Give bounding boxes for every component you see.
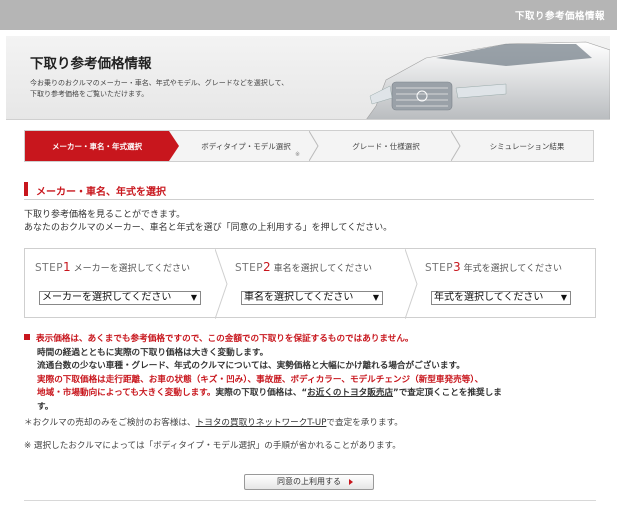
step-2: STEP2 車名を選択してください 車名を選択してください ▼: [229, 249, 405, 319]
page-title: 下取り参考価格情報: [30, 56, 152, 72]
section-header: メーカー・車名、年式を選択: [24, 180, 594, 200]
tab-separator-icon: [309, 131, 319, 161]
step-word: STEP: [425, 262, 454, 274]
tab-bodytype-select: ボディタイプ・モデル選択: [179, 131, 313, 161]
select-value: メーカーを選択してください: [42, 292, 172, 303]
tab-label: ボディタイプ・モデル選択: [201, 141, 291, 151]
top-bar-title: 下取り参考価格情報: [514, 11, 605, 22]
step-label: STEP2 車名を選択してください: [235, 260, 372, 274]
step-label: STEP3 年式を選択してください: [425, 260, 562, 274]
step-instruction: メーカーを選択してください: [73, 264, 191, 274]
tab-label: メーカー・車名・年式選択: [52, 141, 142, 151]
top-bar: 下取り参考価格情報: [0, 0, 617, 30]
note-line: 表示価格は、あくまでも参考価格ですので、この金額での下取りを保証するものではあり…: [24, 333, 596, 347]
hero-banner: 下取り参考価格情報 今お乗りのおクルマのメーカー・車名、年式やモデル、グレードな…: [6, 36, 610, 120]
step-number: 2: [263, 260, 271, 274]
tab-simulation-result: シミュレーション結果: [461, 131, 593, 161]
divider: [24, 500, 596, 501]
dropdown-arrow-icon: ▼: [372, 293, 379, 302]
note-text: ”で査定頂くことを推奨しま: [393, 388, 502, 398]
note-text: 実際の下取り価格は、“: [215, 388, 308, 398]
section-intro: 下取り参考価格を見ることができます。 あなたのおクルマのメーカー、車名と年式を選…: [24, 209, 392, 235]
tab-grade-select: グレード・仕様選択: [319, 131, 453, 161]
step-word: STEP: [235, 262, 264, 274]
description-line: 下取り参考価格をご覧いただけます。: [30, 90, 149, 98]
note-line: 時間の経過とともに実際の下取り価格は大きく変動します。: [37, 347, 269, 358]
step-separator-icon: [405, 249, 418, 319]
section-marker: [24, 182, 28, 196]
agree-button-label: 同意の上利用する: [277, 477, 341, 486]
step-word: STEP: [35, 262, 64, 274]
step-1: STEP1 メーカーを選択してください メーカーを選択してください ▼: [25, 249, 215, 319]
note-line: 流通台数の少ない車種・グレード、年式のクルマについては、実勢価格と大幅にかけ離れ…: [37, 361, 465, 371]
tup-link[interactable]: トヨタの買取りネットワークT-UP: [196, 418, 327, 428]
disclaimer-notes: 表示価格は、あくまでも参考価格ですので、この金額での下取りを保証するものではあり…: [24, 333, 596, 453]
tab-arrow-icon: [169, 131, 179, 161]
tab-separator-icon: [451, 131, 461, 161]
dropdown-arrow-icon: ▼: [560, 293, 567, 302]
note-text: 地域・市場動向によっても大きく変動します。: [37, 388, 216, 398]
arrow-right-icon: [349, 479, 353, 485]
description-line: 今お乗りのおクルマのメーカー・車名、年式やモデル、グレードなどを選択して、: [30, 79, 289, 87]
section-title: メーカー・車名、年式を選択: [36, 187, 166, 198]
note-text: ＊おクルマの売却のみをご検討のお客様は、: [24, 418, 196, 428]
intro-line: 下取り参考価格を見ることができます。: [24, 210, 186, 220]
tab-note: ※: [295, 151, 301, 158]
year-select[interactable]: 年式を選択してください ▼: [431, 291, 571, 305]
progress-steps: メーカー・車名・年式選択 ボディタイプ・モデル選択 ※ グレード・仕様選択 シミ…: [24, 130, 594, 162]
tab-maker-select: メーカー・車名・年式選択: [25, 131, 169, 161]
step-separator-icon: [215, 249, 228, 319]
maker-select[interactable]: メーカーを選択してください ▼: [39, 291, 201, 305]
step-number: 3: [453, 260, 461, 274]
agree-button[interactable]: 同意の上利用する: [244, 474, 374, 490]
note-line: ＊おクルマの売却のみをご検討のお客様は、トヨタの買取りネットワークT-UPで査定…: [24, 417, 596, 431]
dealer-link[interactable]: お近くのトヨタ販売店: [307, 388, 393, 398]
dropdown-arrow-icon: ▼: [190, 293, 197, 302]
select-value: 年式を選択してください: [434, 292, 544, 303]
note-line: す。: [37, 401, 54, 412]
tab-label: グレード・仕様選択: [352, 141, 420, 151]
select-value: 車名を選択してください: [244, 292, 354, 303]
car-image: [366, 41, 610, 119]
car-name-select[interactable]: 車名を選択してください ▼: [241, 291, 383, 305]
note-line: 実際の下取価格は走行距離、お車の状態（キズ・凹み）、事故歴、ボディカラー、モデル…: [37, 374, 484, 385]
note-text: 表示価格は、あくまでも参考価格ですので、この金額での下取りを保証するものではあり…: [36, 334, 414, 344]
selection-panel: STEP1 メーカーを選択してください メーカーを選択してください ▼ STEP…: [24, 248, 596, 319]
step-instruction: 年式を選択してください: [463, 264, 563, 274]
step-3: STEP3 年式を選択してください 年式を選択してください ▼: [419, 249, 595, 319]
note-line: ※ 選択したおクルマによっては「ボディタイプ・モデル選択」の手順が省かれることが…: [24, 440, 401, 451]
note-line: 地域・市場動向によっても大きく変動します。実際の下取り価格は、“お近くのトヨタ販…: [24, 387, 596, 401]
note-text: で査定を承ります。: [326, 418, 403, 428]
step-label: STEP1 メーカーを選択してください: [35, 260, 190, 274]
intro-line: あなたのおクルマのメーカー、車名と年式を選び「同意の上利用する」を押してください…: [24, 223, 393, 233]
bullet-square-icon: [24, 334, 30, 340]
page-description: 今お乗りのおクルマのメーカー・車名、年式やモデル、グレードなどを選択して、 下取…: [30, 78, 350, 100]
step-number: 1: [63, 260, 71, 274]
step-instruction: 車名を選択してください: [273, 264, 373, 274]
tab-label: シミュレーション結果: [489, 141, 565, 151]
